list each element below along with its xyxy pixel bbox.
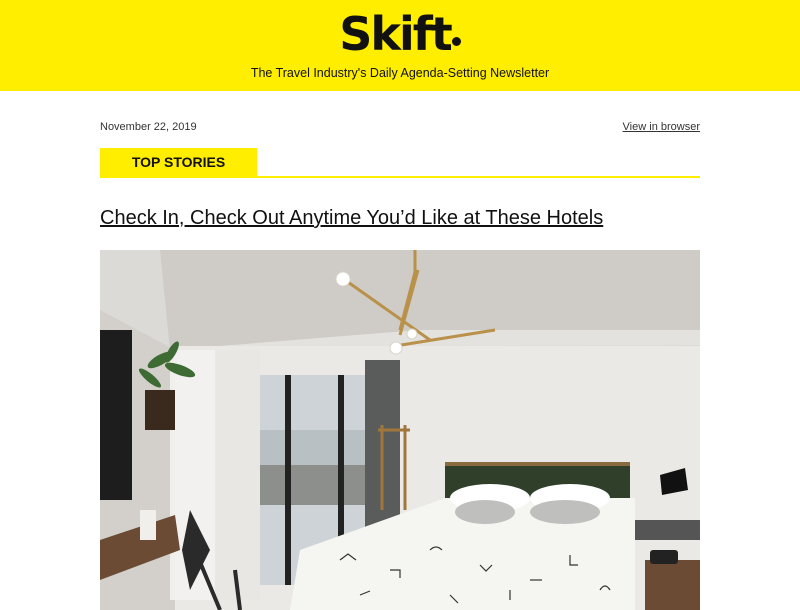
meta-row: November 22, 2019 View in browser [100,121,700,135]
logo-dot-icon [451,37,461,46]
section-header: TOP STORIES [100,148,700,178]
newsletter-header: Skift The Travel Industry's Daily Agenda… [0,0,800,91]
view-in-browser-link[interactable]: View in browser [623,121,700,133]
skift-logo[interactable]: Skift [0,4,800,64]
story-image[interactable] [100,250,700,610]
story-headline[interactable]: Check In, Check Out Anytime You’d Like a… [100,207,700,230]
hotel-room-illustration [100,250,700,610]
issue-date: November 22, 2019 [100,121,197,133]
section-label: TOP STORIES [100,148,257,176]
tagline: The Travel Industry's Daily Agenda-Setti… [250,66,550,80]
